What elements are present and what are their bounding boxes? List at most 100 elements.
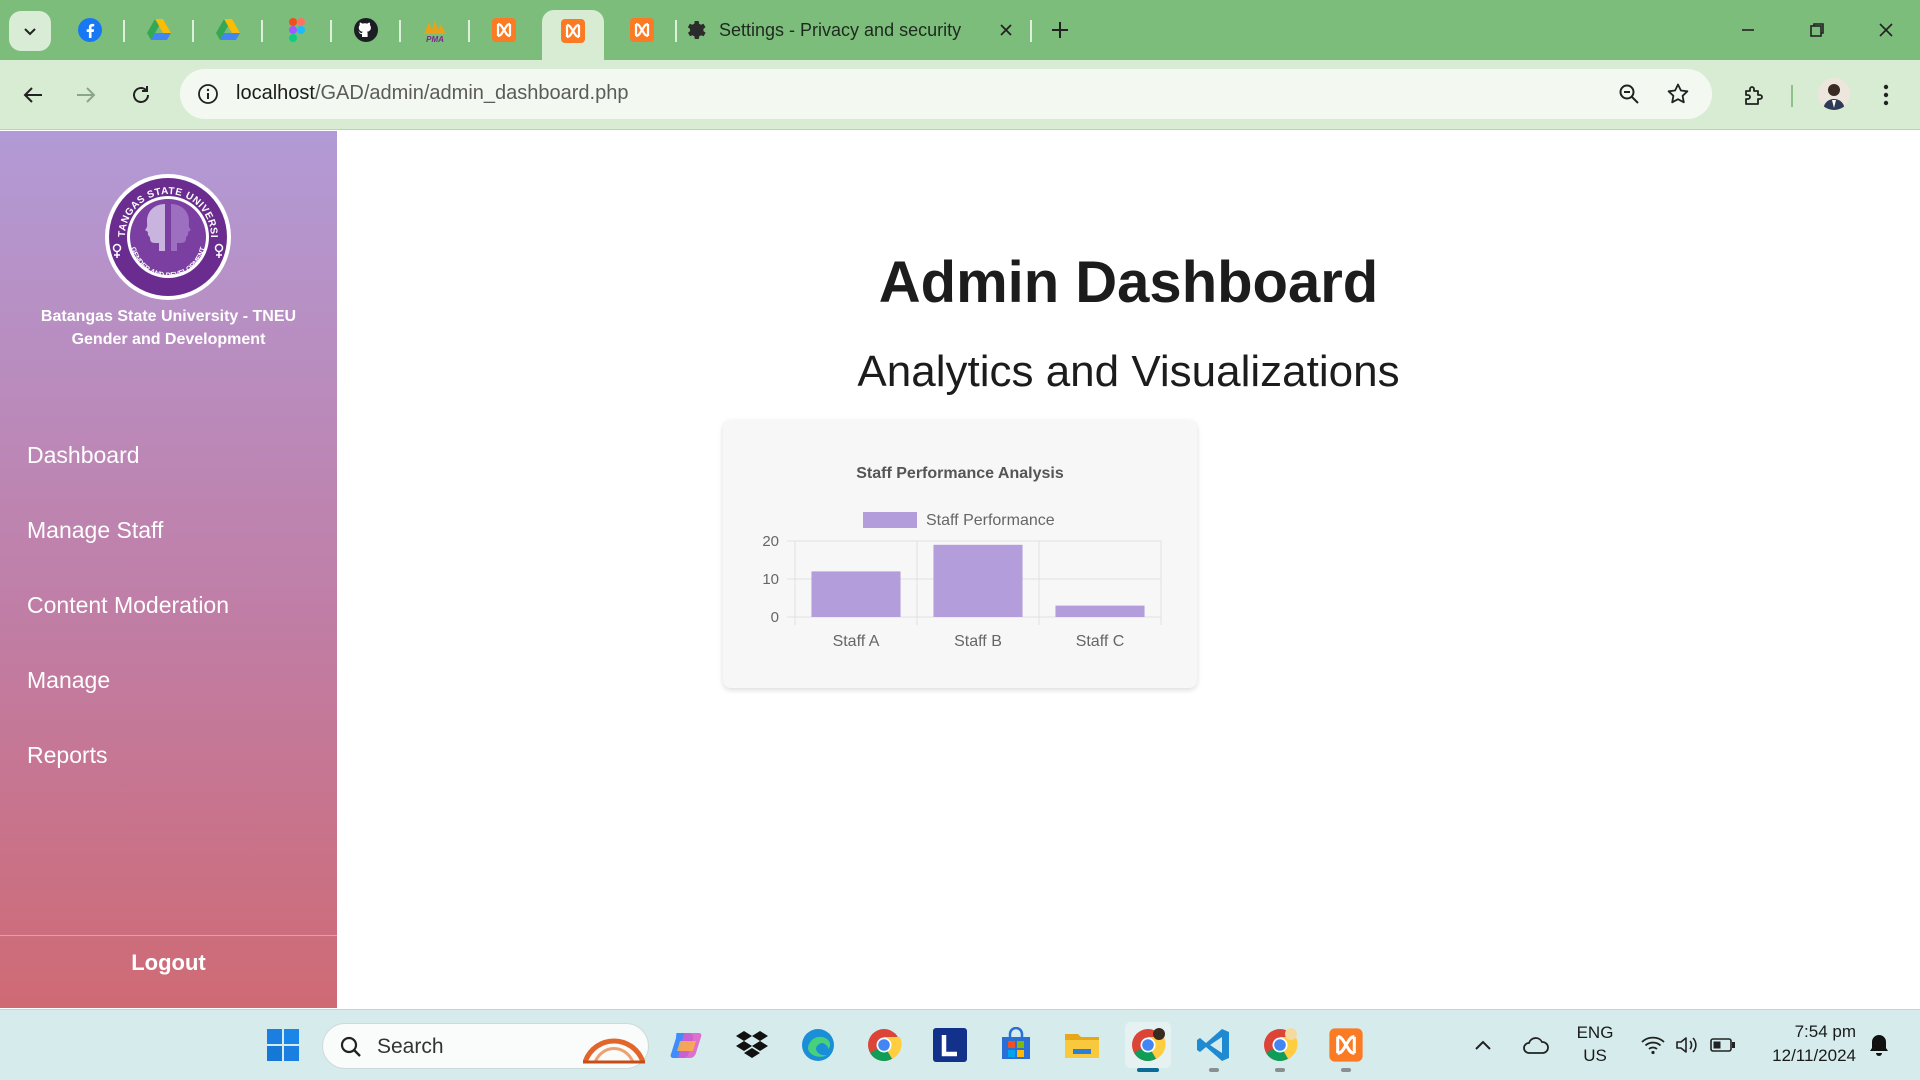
chart-bars [811,544,1145,617]
forward-button[interactable] [68,77,104,113]
pinned-tab-github[interactable] [338,10,394,50]
sidebar-item-manage[interactable]: Manage [0,660,337,735]
section-title: Analytics and Visualizations [857,347,1400,396]
logout-button[interactable]: Logout [131,950,206,976]
windows-taskbar: Search ENG US 7:54 pm 12/11/2024 [0,1009,1920,1080]
close-icon [1879,23,1893,37]
organization-name-line2: Gender and Development [71,331,266,348]
tab-title: Settings - Privacy and security [719,19,962,40]
gad-logo-icon: BATANGAS STATE UNIVERSITY GENDER AND DEV… [99,164,231,300]
folder-icon [1065,1034,1099,1058]
close-window-button[interactable] [1862,10,1910,50]
clock[interactable]: 7:54 pm 12/11/2024 [1756,1020,1856,1070]
organization-name: Batangas State University - TNEU Gender … [0,305,337,351]
organization-name-line1: Batangas State University - TNEU [40,308,297,325]
url-host: localhost [236,82,315,104]
taskbar-edge[interactable] [795,1022,841,1068]
pma-icon: PMA [424,20,446,44]
chart-title: Staff Performance Analysis [856,465,1064,482]
university-logo: BATANGAS STATE UNIVERSITY GENDER AND DEV… [99,164,233,302]
taskbar-search[interactable]: Search [322,1023,649,1069]
extensions-button[interactable] [1736,77,1772,113]
back-button[interactable] [15,77,51,113]
sidebar-item-content-moderation[interactable]: Content Moderation [0,585,337,660]
tab-settings[interactable]: Settings - Privacy and security [683,10,1033,50]
show-hidden-icons-button[interactable] [1468,1022,1498,1068]
start-button[interactable] [260,1022,306,1068]
windows-start-icon [267,1029,299,1061]
clock-date: 12/11/2024 [1772,1046,1856,1065]
taskbar-dropbox[interactable] [729,1022,775,1068]
pinned-tab-xampp[interactable] [614,10,670,50]
taskbar-chrome-profile[interactable] [1125,1022,1171,1068]
notifications-button[interactable] [1862,1022,1896,1068]
reload-button[interactable] [123,77,159,113]
profile-avatar[interactable] [1818,78,1850,110]
volume-button[interactable] [1670,1022,1704,1068]
sidebar-item-manage-staff[interactable]: Manage Staff [0,510,337,585]
taskbar-chrome[interactable] [861,1022,907,1068]
pinned-tab-pma[interactable]: PMA [407,10,463,50]
language-indicator[interactable]: ENG US [1570,1023,1620,1069]
chart-legend: Staff Performance [863,512,1055,529]
chrome-menu-button[interactable] [1868,77,1904,113]
person-icon [1818,78,1850,110]
minimize-icon [1742,29,1754,31]
taskbar-file-explorer[interactable] [1059,1022,1105,1068]
sidebar-nav: Dashboard Manage Staff Content Moderatio… [0,435,337,810]
site-info-button[interactable] [192,78,224,110]
arrow-right-icon [77,87,96,103]
staff-performance-chart: Staff Performance Analysis Staff Perform… [762,465,1162,650]
running-indicator [1137,1068,1159,1072]
legend-swatch [863,512,917,528]
bar-staff-b [933,544,1023,617]
taskbar-copilot[interactable] [663,1022,709,1068]
battery-icon [1710,1038,1735,1052]
x-tick-label: Staff A [833,633,880,650]
zoom-button[interactable] [1613,78,1645,110]
url-text: localhost/GAD/admin/admin_dashboard.php [236,82,628,105]
y-tick-label: 20 [762,533,779,550]
address-bar[interactable]: localhost/GAD/admin/admin_dashboard.php [180,69,1712,119]
info-icon [198,84,218,104]
pinned-tab-figma[interactable] [269,10,325,50]
onedrive-button[interactable] [1516,1022,1556,1068]
sidebar-item-dashboard[interactable]: Dashboard [0,435,337,510]
tab-close-button[interactable] [992,16,1020,44]
wifi-icon [1641,1036,1665,1055]
xampp-icon [561,19,585,43]
letter-l-app-icon [933,1028,967,1062]
minimize-button[interactable] [1724,10,1772,50]
bar-staff-c [1055,605,1145,617]
x-tick-label: Staff C [1076,633,1125,650]
tab-separator [399,20,401,42]
tab-separator [675,20,677,42]
page-title: Admin Dashboard [878,250,1379,315]
tab-search-button[interactable] [9,11,51,51]
restore-button[interactable] [1793,10,1841,50]
microsoft-store-icon [1002,1027,1030,1059]
pinned-tab-google-drive[interactable] [200,10,256,50]
battery-button[interactable] [1706,1022,1740,1068]
pinned-tab-google-drive[interactable] [131,10,187,50]
star-icon [1667,83,1689,104]
legend-label: Staff Performance [926,512,1055,529]
language-code: ENG [1576,1023,1614,1042]
taskbar-vscode[interactable] [1191,1022,1237,1068]
edge-icon [802,1029,834,1061]
pinned-tab-xampp[interactable] [476,10,532,50]
new-tab-button[interactable] [1044,14,1076,46]
pinned-tab-facebook[interactable] [62,10,118,50]
wifi-button[interactable] [1636,1022,1670,1068]
taskbar-store[interactable] [993,1022,1039,1068]
sidebar-item-reports[interactable]: Reports [0,735,337,810]
taskbar-l-app[interactable] [927,1022,973,1068]
pinned-tab-xampp-active[interactable] [542,10,604,60]
bookmark-button[interactable] [1662,78,1694,110]
tab-separator [1030,20,1032,42]
taskbar-chrome-2[interactable] [1257,1022,1303,1068]
arrow-left-icon [23,87,42,103]
taskbar-xampp[interactable] [1323,1022,1369,1068]
browser-tab-strip: PMA Settings - Privacy and security [0,0,1920,60]
url-path: /GAD/admin/admin_dashboard.php [314,82,629,104]
